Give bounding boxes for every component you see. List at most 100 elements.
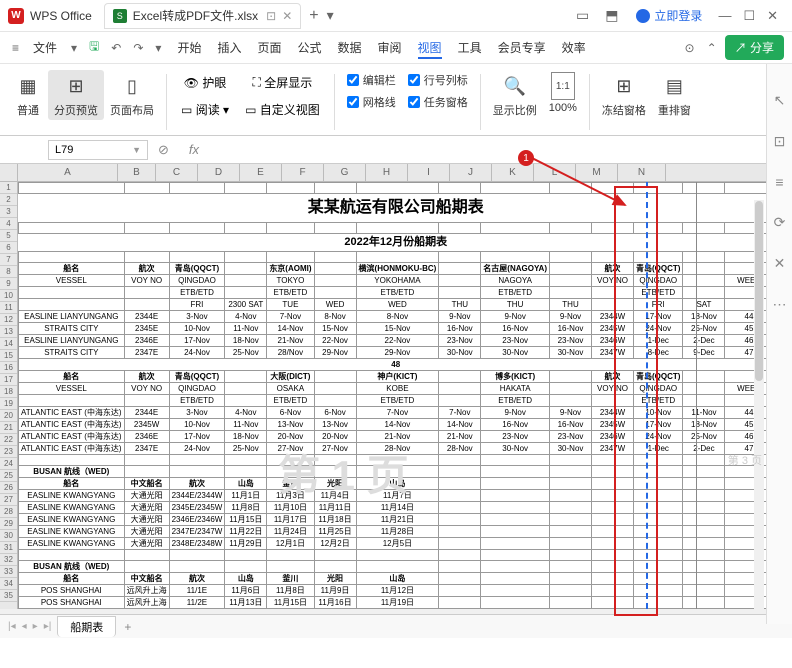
row-header-32[interactable]: 32 xyxy=(0,554,17,566)
row-header-15[interactable]: 15 xyxy=(0,350,17,362)
row-header-19[interactable]: 19 xyxy=(0,398,17,410)
col-header-E[interactable]: E xyxy=(240,164,282,181)
col-header-N[interactable]: N xyxy=(618,164,666,181)
document-tab[interactable]: S Excel转成PDF文件.xlsx ⊡ ✕ xyxy=(104,3,301,29)
file-menu[interactable]: 文件 xyxy=(33,39,57,56)
hamburger-icon[interactable]: ≡ xyxy=(12,41,19,55)
layers-icon[interactable]: ≡ xyxy=(775,174,783,190)
cloud-menu-icon[interactable]: ⊙ xyxy=(685,41,695,55)
rearrange-button[interactable]: ▤ 重排窗 xyxy=(652,70,697,120)
col-header-D[interactable]: D xyxy=(198,164,240,181)
maximize-button[interactable]: ☐ xyxy=(743,8,755,24)
vertical-scrollbar[interactable] xyxy=(754,200,764,610)
row-header-27[interactable]: 27 xyxy=(0,494,17,506)
select-tool-icon[interactable]: ↖ xyxy=(774,92,786,109)
read-mode-button[interactable]: ▭ 阅读 ▾ xyxy=(179,99,231,120)
row-header-6[interactable]: 6 xyxy=(0,242,17,254)
row-header-26[interactable]: 26 xyxy=(0,482,17,494)
col-header-G[interactable]: G xyxy=(324,164,366,181)
save-icon[interactable]: 🖫 xyxy=(89,37,99,58)
row-header-11[interactable]: 11 xyxy=(0,302,17,314)
row-header-8[interactable]: 8 xyxy=(0,266,17,278)
sheet-content[interactable]: 第 1 页 第 3 页 某某航运有限公司船期表2022年12月份船期表船名航次青… xyxy=(18,182,792,609)
freeze-panes-button[interactable]: ⊞ 冻结窗格 xyxy=(596,70,652,120)
row-header-16[interactable]: 16 xyxy=(0,362,17,374)
row-header-10[interactable]: 10 xyxy=(0,290,17,302)
add-sheet-button[interactable]: + xyxy=(124,620,131,634)
taskpane-checkbox[interactable]: 任务窗格 xyxy=(408,94,468,110)
prev-sheet-icon[interactable]: ◂ xyxy=(22,621,27,632)
fx-icon[interactable]: fx xyxy=(189,142,199,157)
cloud-icon[interactable]: ⬒ xyxy=(605,7,618,24)
col-header-I[interactable]: I xyxy=(408,164,450,181)
redo-icon[interactable]: ↷ xyxy=(133,41,143,55)
tools-icon[interactable]: ✕ xyxy=(774,255,786,272)
add-tab-button[interactable]: + xyxy=(309,7,318,25)
sheet-tab-1[interactable]: 船期表 xyxy=(57,616,116,637)
zoom-100-button[interactable]: 1:1 100% xyxy=(543,70,583,116)
menu-页面[interactable]: 页面 xyxy=(257,41,281,55)
col-header-J[interactable]: J xyxy=(450,164,492,181)
row-header-35[interactable]: 35 xyxy=(0,590,17,602)
chevron-down-icon[interactable]: ▾ xyxy=(71,41,77,55)
row-header-3[interactable]: 3 xyxy=(0,206,17,218)
last-sheet-icon[interactable]: ▸| xyxy=(44,621,52,632)
row-header-12[interactable]: 12 xyxy=(0,314,17,326)
row-header-20[interactable]: 20 xyxy=(0,410,17,422)
row-header-7[interactable]: 7 xyxy=(0,254,17,266)
row-header-13[interactable]: 13 xyxy=(0,326,17,338)
row-header-25[interactable]: 25 xyxy=(0,470,17,482)
eyecare-button[interactable]: 👁 护眼 xyxy=(179,72,231,93)
refresh-icon[interactable]: ⟳ xyxy=(774,214,786,231)
row-header-22[interactable]: 22 xyxy=(0,434,17,446)
col-header-F[interactable]: F xyxy=(282,164,324,181)
properties-icon[interactable]: ⊡ xyxy=(774,133,786,150)
row-header-28[interactable]: 28 xyxy=(0,506,17,518)
row-header-4[interactable]: 4 xyxy=(0,218,17,230)
row-header-30[interactable]: 30 xyxy=(0,530,17,542)
first-sheet-icon[interactable]: |◂ xyxy=(8,621,16,632)
row-header-14[interactable]: 14 xyxy=(0,338,17,350)
row-header-1[interactable]: 1 xyxy=(0,182,17,194)
normal-view-button[interactable]: ▦ 普通 xyxy=(8,70,48,120)
close-tab-icon[interactable]: ✕ xyxy=(282,9,292,23)
row-header-24[interactable]: 24 xyxy=(0,458,17,470)
close-window-button[interactable]: ✕ xyxy=(767,8,778,24)
formula-input[interactable] xyxy=(209,140,784,160)
row-header-21[interactable]: 21 xyxy=(0,422,17,434)
collapse-ribbon-icon[interactable]: ⌃ xyxy=(707,41,717,55)
fullscreen-button[interactable]: ⛶ 全屏显示 xyxy=(243,72,322,93)
history-dropdown-icon[interactable]: ▾ xyxy=(155,41,161,55)
col-header-A[interactable]: A xyxy=(18,164,118,181)
menu-插入[interactable]: 插入 xyxy=(217,41,241,55)
reader-icon[interactable]: ▭ xyxy=(576,7,589,24)
row-header-17[interactable]: 17 xyxy=(0,374,17,386)
name-box[interactable]: L79 ▼ xyxy=(48,140,148,160)
col-header-K[interactable]: K xyxy=(492,164,534,181)
select-all-corner[interactable] xyxy=(0,164,18,181)
menu-公式[interactable]: 公式 xyxy=(298,41,322,55)
next-sheet-icon[interactable]: ▸ xyxy=(33,621,38,632)
minimize-button[interactable]: — xyxy=(718,8,731,23)
col-header-M[interactable]: M xyxy=(576,164,618,181)
pagebreak-view-button[interactable]: ⊞ 分页预览 xyxy=(48,70,104,120)
row-header-29[interactable]: 29 xyxy=(0,518,17,530)
row-header-23[interactable]: 23 xyxy=(0,446,17,458)
row-header-31[interactable]: 31 xyxy=(0,542,17,554)
namebox-dropdown-icon[interactable]: ▼ xyxy=(132,145,141,155)
more-icon[interactable]: ⋯ xyxy=(773,296,787,313)
pagelayout-view-button[interactable]: ▯ 页面布局 xyxy=(104,70,160,120)
login-button[interactable]: 立即登录 xyxy=(636,7,702,24)
menu-审阅[interactable]: 审阅 xyxy=(378,41,402,55)
row-header-18[interactable]: 18 xyxy=(0,386,17,398)
zoom-ratio-button[interactable]: 🔍 显示比例 xyxy=(487,70,543,120)
dropdown-icon[interactable]: ▾ xyxy=(327,7,334,24)
row-header-34[interactable]: 34 xyxy=(0,578,17,590)
pin-icon[interactable]: ⊡ xyxy=(266,9,276,23)
menu-视图[interactable]: 视图 xyxy=(418,41,442,59)
row-header-5[interactable]: 5 xyxy=(0,230,17,242)
col-header-H[interactable]: H xyxy=(366,164,408,181)
row-header-2[interactable]: 2 xyxy=(0,194,17,206)
row-header-33[interactable]: 33 xyxy=(0,566,17,578)
rowcol-checkbox[interactable]: 行号列标 xyxy=(408,72,468,88)
